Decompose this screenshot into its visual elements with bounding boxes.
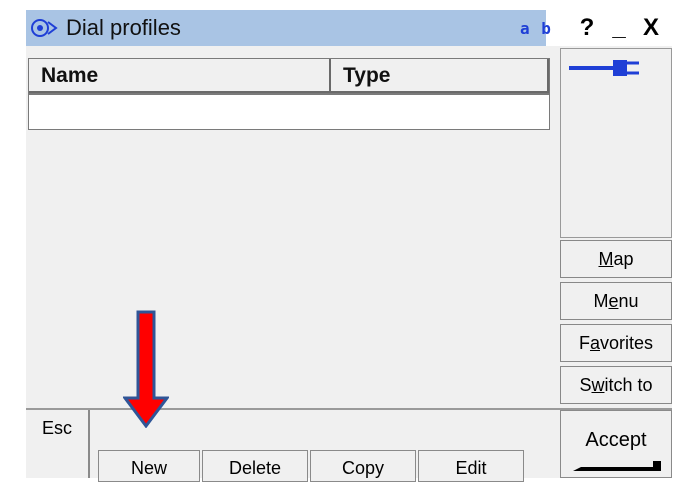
switch-to-button[interactable]: Switch to [560,366,672,404]
red-down-arrow [123,310,169,428]
profiles-list[interactable]: Name Type [26,48,556,134]
column-header-name[interactable]: Name [29,59,331,93]
accept-button[interactable]: Accept [560,410,672,478]
column-header-type[interactable]: Type [331,59,549,93]
title-bar-caption: Dial profiles [26,10,546,46]
close-button[interactable]: X [636,13,666,43]
favorites-button[interactable]: Favorites [560,324,672,362]
enter-corner-icon [573,461,661,471]
list-header: Name Type [28,58,550,94]
copy-button[interactable]: Copy [310,450,416,482]
esc-button[interactable]: Esc [26,410,90,478]
list-item[interactable] [28,94,550,130]
title-bar: Dial profiles a b ? _ X [26,10,672,46]
connection-status-panel [560,48,672,238]
edit-button[interactable]: Edit [418,450,524,482]
new-button[interactable]: New [98,450,200,482]
window-title: Dial profiles [66,15,181,40]
minimize-button[interactable]: _ [604,13,634,43]
app-icon [31,19,58,37]
menu-button[interactable]: Menu [560,282,672,320]
delete-button[interactable]: Delete [202,450,308,482]
map-button[interactable]: Map [560,240,672,278]
plug-icon [569,60,639,76]
help-button[interactable]: ? [572,13,602,43]
accept-label: Accept [585,429,647,451]
ab-input-mode-icon[interactable]: a b [520,19,552,38]
